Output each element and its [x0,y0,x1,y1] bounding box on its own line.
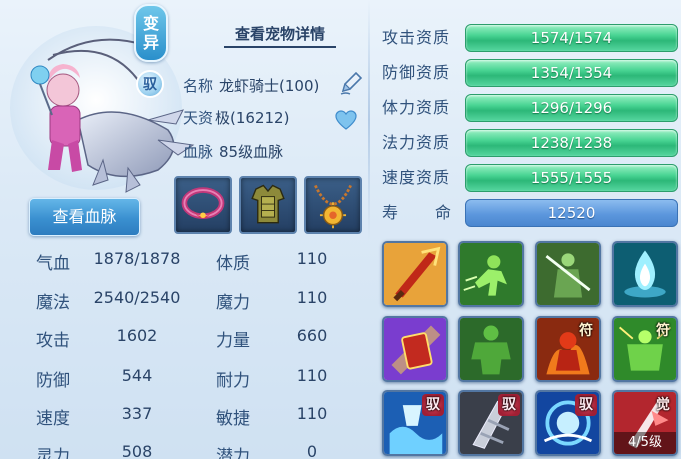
stat-label: 敏捷 [216,409,250,429]
stat-label: 潜力 [216,447,250,459]
skill-slot[interactable] [535,241,601,307]
skill-slot[interactable] [382,316,448,382]
skill-slot[interactable] [458,316,524,382]
stat-label: 耐力 [216,371,250,391]
pet-name-label: 名称 [183,77,214,95]
pet-portrait[interactable] [8,20,198,195]
necklace-collar-icon [181,187,225,219]
aptitude-value: 1574/1574 [530,29,613,47]
variant-badge: 变 异 [134,4,168,62]
variant-badge-top: 变 [142,14,159,33]
stat-label: 魔法 [36,293,70,313]
skill-blade-icon [384,243,446,305]
stat-label: 气血 [36,254,70,274]
stat-value: 660 [296,326,328,345]
aptitude-label: 攻击资质 [382,28,451,47]
equip-slot-1[interactable] [174,176,232,234]
skill-tag-badge: 觉 [656,397,670,413]
skill-tag-badge: 驭 [575,394,597,416]
stat-value: 544 [121,366,153,385]
skill-tag-badge: 驭 [422,394,444,416]
skill-slot[interactable]: 符 [612,316,678,382]
stat-value: 1602 [116,326,158,345]
skill-slot[interactable] [612,241,678,307]
aptitude-label: 速度资质 [382,168,451,187]
life-label-a: 寿 [382,203,400,222]
pet-name-value: 龙虾骑士(100) [219,77,320,95]
skill-tag-badge: 符 [656,323,670,339]
equip-slot-2[interactable] [239,176,297,234]
favorite-heart-icon[interactable] [334,108,358,132]
pet-aptitude-label: 天资 [183,109,214,127]
aptitude-label: 防御资质 [382,63,451,82]
skill-guard-icon [537,243,599,305]
pet-bloodline-label: 血脉 [183,143,214,161]
stat-value: 2540/2540 [93,288,181,307]
skill-slot[interactable]: 符 [535,316,601,382]
aptitude-bar: 1574/1574 [465,24,678,52]
skill-tag-badge: 符 [579,323,593,339]
aptitude-value: 1296/1296 [530,99,613,117]
stat-label: 魔力 [216,293,250,313]
armor-vest-icon [251,184,285,224]
skill-slot[interactable]: 觉 4/5级 [612,390,678,456]
pet-bloodline-value: 85级血脉 [219,143,284,161]
pet-aptitude-row: 天资 极(16212) [183,105,289,131]
aptitude-value: 1238/1238 [530,134,613,152]
ride-badge: 驭 [136,70,164,98]
aptitude-bar: 1238/1238 [465,129,678,157]
stat-label: 灵力 [36,447,70,459]
pet-bloodline-row: 血脉 85级血脉 [183,139,283,165]
stat-label: 速度 [36,409,70,429]
skill-shield-icon [384,318,446,380]
rename-pencil-icon[interactable] [338,70,364,96]
stat-value: 337 [121,404,153,423]
stat-value: 1878/1878 [93,249,181,268]
view-pet-detail-link[interactable]: 查看宠物详情 [224,22,336,48]
stat-label: 防御 [36,371,70,391]
aptitude-value: 1354/1354 [530,64,613,82]
aptitude-value: 1555/1555 [530,169,613,187]
skill-spirit-flame-icon [614,243,676,305]
skill-slot[interactable]: 驭 [382,390,448,456]
stat-label: 力量 [216,331,250,351]
skill-strength-icon [460,318,522,380]
stat-value: 110 [296,288,328,307]
pet-name-row: 名称 龙虾骑士(100) [183,73,319,99]
aptitude-bar: 1354/1354 [465,59,678,87]
stat-value: 110 [296,404,328,423]
equip-slot-3[interactable] [304,176,362,234]
stat-label: 体质 [216,254,250,274]
stat-value: 0 [306,442,318,459]
amulet-necklace-icon [314,184,352,229]
aptitude-label: 体力资质 [382,98,451,117]
pet-aptitude-value: 极(16212) [215,109,290,127]
stat-value: 508 [121,442,153,459]
skill-slot[interactable]: 驭 [458,390,524,456]
stat-label: 攻击 [36,331,70,351]
skill-slot[interactable] [382,241,448,307]
life-label: 寿命 [382,199,462,227]
stat-value: 110 [296,249,328,268]
variant-badge-bottom: 异 [142,33,159,52]
aptitude-bar: 1296/1296 [465,94,678,122]
aptitude-label: 法力资质 [382,133,451,152]
panel-divider [368,0,370,240]
skill-sprint-icon [460,243,522,305]
view-bloodline-button[interactable]: 查看血脉 [29,198,140,236]
skill-tag-badge: 驭 [498,394,520,416]
skill-slot[interactable] [458,241,524,307]
stat-value: 110 [296,366,328,385]
life-bar: 12520 [465,199,678,227]
aptitude-bar: 1555/1555 [465,164,678,192]
skill-slot[interactable]: 驭 [535,390,601,456]
skill-level-label: 4/5级 [614,432,676,454]
life-label-b: 命 [435,203,453,222]
